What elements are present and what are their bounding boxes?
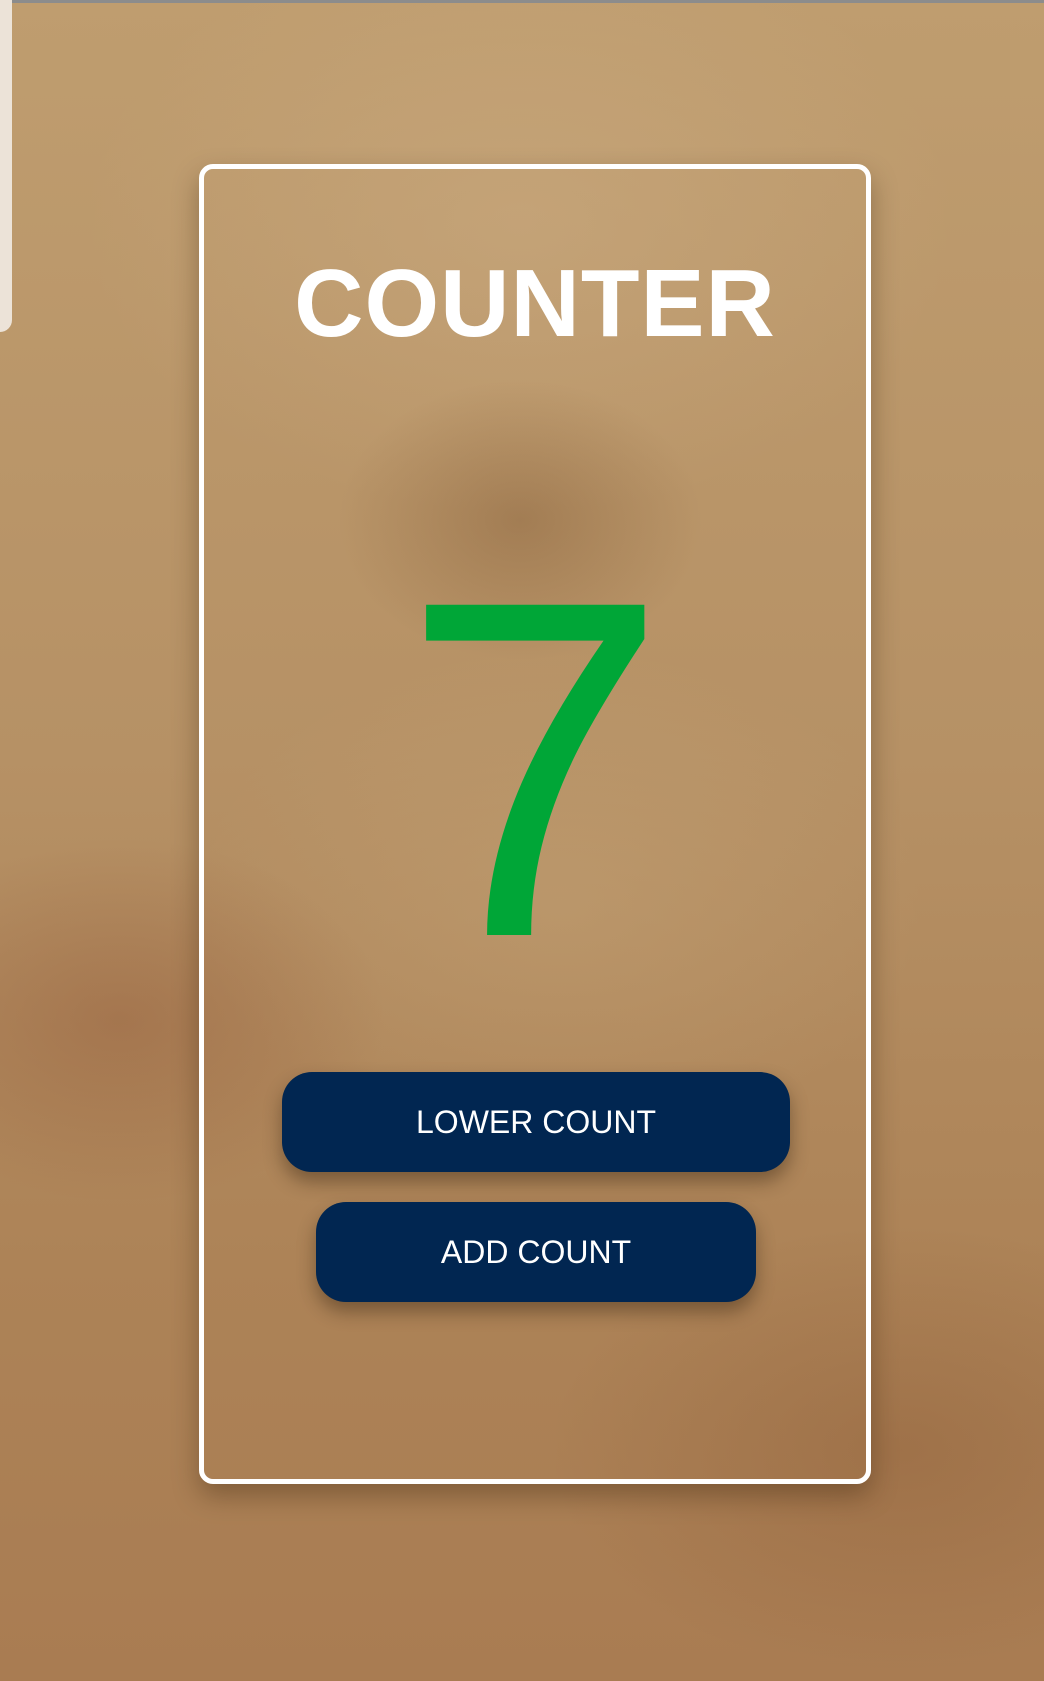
- side-edge-panel[interactable]: [0, 0, 12, 332]
- count-display: 7: [401, 500, 669, 1037]
- counter-title: COUNTER: [294, 250, 776, 357]
- lower-count-button[interactable]: LOWER COUNT: [282, 1072, 790, 1172]
- status-bar-edge: [0, 0, 1044, 3]
- add-count-button[interactable]: ADD COUNT: [316, 1202, 756, 1302]
- counter-card: COUNTER 7 LOWER COUNT ADD COUNT: [199, 164, 871, 1484]
